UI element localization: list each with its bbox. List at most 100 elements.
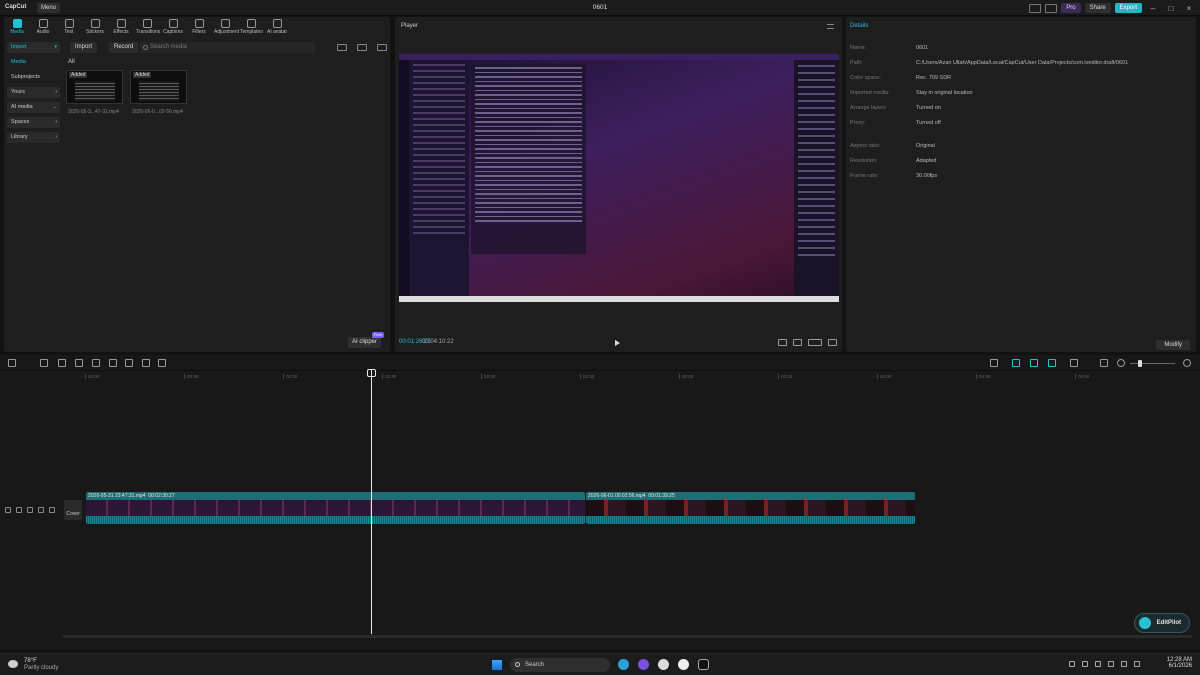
tab-transitions[interactable]: Transitions bbox=[136, 18, 160, 37]
track-lock-icon[interactable] bbox=[5, 507, 11, 513]
tab-effects[interactable]: Effects bbox=[110, 18, 132, 37]
media-thumbnail[interactable]: Added bbox=[66, 70, 123, 104]
tab-filters[interactable]: Filters bbox=[188, 18, 210, 37]
captions-icon bbox=[168, 19, 178, 28]
playhead-handle[interactable] bbox=[367, 369, 376, 377]
sidebar-item-yours[interactable]: Yours › bbox=[7, 87, 60, 98]
player-title: Player bbox=[401, 23, 419, 29]
wifi-icon[interactable] bbox=[1108, 661, 1114, 667]
discord-icon[interactable] bbox=[638, 659, 649, 670]
ratio-icon[interactable] bbox=[808, 339, 822, 346]
track-hide-icon[interactable] bbox=[16, 507, 22, 513]
tab-templates[interactable]: Templates bbox=[240, 18, 263, 37]
media-top-bar: Import Record Search media bbox=[67, 42, 387, 54]
timeline-ruler[interactable]: 00:00 00:30 01:00 01:30 02:00 02:30 03:0… bbox=[62, 372, 1198, 382]
video-preview[interactable] bbox=[399, 54, 839, 302]
snapshot-icon[interactable] bbox=[1070, 359, 1078, 367]
subtitle-preview-icon[interactable] bbox=[778, 339, 787, 346]
clip-header: 2026-05-31 23:47:31.mp4 00:02:30:27 bbox=[86, 492, 585, 500]
editpilot-icon bbox=[1138, 617, 1151, 629]
hamburger-menu-icon[interactable] bbox=[827, 24, 834, 29]
audio-waveform bbox=[86, 516, 585, 524]
view-toggle-icon[interactable] bbox=[337, 44, 347, 51]
trim-icon[interactable] bbox=[92, 359, 100, 367]
timeline-clip[interactable]: 2026-06-01 00:02:56.mp4 00:01:39:25 bbox=[586, 492, 915, 524]
cloud-icon[interactable] bbox=[1082, 661, 1088, 667]
cover-button[interactable]: Cover bbox=[64, 500, 82, 520]
tab-audio[interactable]: Audio bbox=[32, 18, 54, 37]
tab-media[interactable]: Media bbox=[6, 18, 28, 37]
windows-taskbar: 78°F Partly cloudy Search 12:28 AM 6/1/2… bbox=[0, 653, 1200, 675]
undo-icon[interactable] bbox=[40, 359, 48, 367]
media-sidebar: Import ▾ Media Subprojects Yours › AI medi… bbox=[7, 42, 60, 147]
volume-icon[interactable] bbox=[1121, 661, 1127, 667]
layout-icon[interactable] bbox=[1029, 3, 1042, 13]
shortcuts-icon[interactable] bbox=[1045, 3, 1058, 13]
maximize-icon[interactable]: □ bbox=[1164, 4, 1178, 13]
sidebar-item-import[interactable]: Import ▾ bbox=[7, 42, 60, 53]
media-player-icon[interactable] bbox=[678, 659, 689, 670]
sidebar-item-ai-media[interactable]: AI media → bbox=[7, 102, 60, 113]
crop-icon[interactable] bbox=[793, 339, 802, 346]
minimize-icon[interactable]: – bbox=[1146, 4, 1160, 13]
sidebar-item-subprojects[interactable]: Subprojects bbox=[7, 72, 60, 83]
timeline-clip[interactable]: 2026-05-31 23:47:31.mp4 00:02:30:27 bbox=[86, 492, 585, 524]
microphone-icon[interactable] bbox=[990, 359, 998, 367]
media-icon bbox=[12, 19, 22, 28]
clock[interactable]: 12:28 AM 6/1/2026 bbox=[1167, 657, 1192, 669]
close-icon[interactable]: × bbox=[1182, 4, 1196, 13]
tab-adjustment[interactable]: Adjustment bbox=[214, 18, 239, 37]
redo-icon[interactable] bbox=[58, 359, 66, 367]
export-button[interactable]: Export bbox=[1114, 3, 1142, 13]
editpilot-button[interactable]: EditPilot bbox=[1133, 613, 1190, 633]
track-eye-icon[interactable] bbox=[27, 507, 33, 513]
filter-icon[interactable] bbox=[377, 44, 387, 51]
sidebar-item-media[interactable]: Media bbox=[7, 57, 60, 68]
mask-icon[interactable] bbox=[142, 359, 150, 367]
taskbar-search[interactable]: Search bbox=[510, 658, 610, 672]
windows-start-icon[interactable] bbox=[492, 660, 502, 670]
auto-reframe-icon[interactable] bbox=[158, 359, 166, 367]
effects-icon bbox=[116, 19, 126, 28]
media-search-input[interactable]: Search media bbox=[140, 42, 315, 53]
select-tool-icon[interactable] bbox=[8, 359, 16, 367]
tab-text[interactable]: Text bbox=[58, 18, 80, 37]
split-icon[interactable] bbox=[75, 359, 83, 367]
tab-captions[interactable]: Captions bbox=[162, 18, 184, 37]
battery-icon[interactable] bbox=[1134, 661, 1140, 667]
import-button[interactable]: Import bbox=[70, 42, 98, 53]
obs-icon[interactable] bbox=[658, 659, 669, 670]
pro-button[interactable]: Pro bbox=[1061, 3, 1081, 13]
templates-icon bbox=[246, 19, 256, 28]
edge-icon[interactable] bbox=[618, 659, 629, 670]
modify-button[interactable]: Modify bbox=[1156, 340, 1190, 350]
shield-icon[interactable] bbox=[1095, 661, 1101, 667]
zoom-slider[interactable] bbox=[1130, 363, 1175, 364]
sidebar-item-spaces[interactable]: Spaces › bbox=[7, 117, 60, 128]
caption-icon[interactable] bbox=[1100, 359, 1108, 367]
capcut-taskbar-icon[interactable] bbox=[698, 659, 709, 670]
tab-ai-avatar[interactable]: AI avatar bbox=[266, 18, 288, 37]
media-thumbnail[interactable]: Added bbox=[130, 70, 187, 104]
track-more-icon[interactable] bbox=[49, 507, 55, 513]
delete-icon[interactable] bbox=[109, 359, 117, 367]
zoom-out-icon[interactable] bbox=[1117, 359, 1125, 367]
record-button[interactable]: Record bbox=[109, 42, 139, 53]
tab-stickers[interactable]: Stickers bbox=[84, 18, 106, 37]
freeze-icon[interactable] bbox=[125, 359, 133, 367]
fullscreen-icon[interactable] bbox=[828, 339, 837, 346]
sort-icon[interactable] bbox=[357, 44, 367, 51]
magnet-icon[interactable] bbox=[1012, 359, 1020, 367]
sidebar-item-library[interactable]: Library › bbox=[7, 132, 60, 143]
track-mute-icon[interactable] bbox=[38, 507, 44, 513]
timeline-scrollbar[interactable] bbox=[62, 635, 1192, 638]
preview-axis-icon[interactable] bbox=[1048, 359, 1056, 367]
playhead[interactable] bbox=[371, 369, 372, 634]
share-button[interactable]: Share bbox=[1084, 3, 1111, 13]
ai-clipper-button[interactable]: AI clipper Free bbox=[348, 332, 385, 348]
play-icon[interactable] bbox=[615, 340, 620, 346]
chevron-up-icon[interactable] bbox=[1069, 661, 1075, 667]
link-icon[interactable] bbox=[1030, 359, 1038, 367]
zoom-in-icon[interactable] bbox=[1183, 359, 1191, 367]
zoom-slider-handle[interactable] bbox=[1138, 360, 1142, 367]
